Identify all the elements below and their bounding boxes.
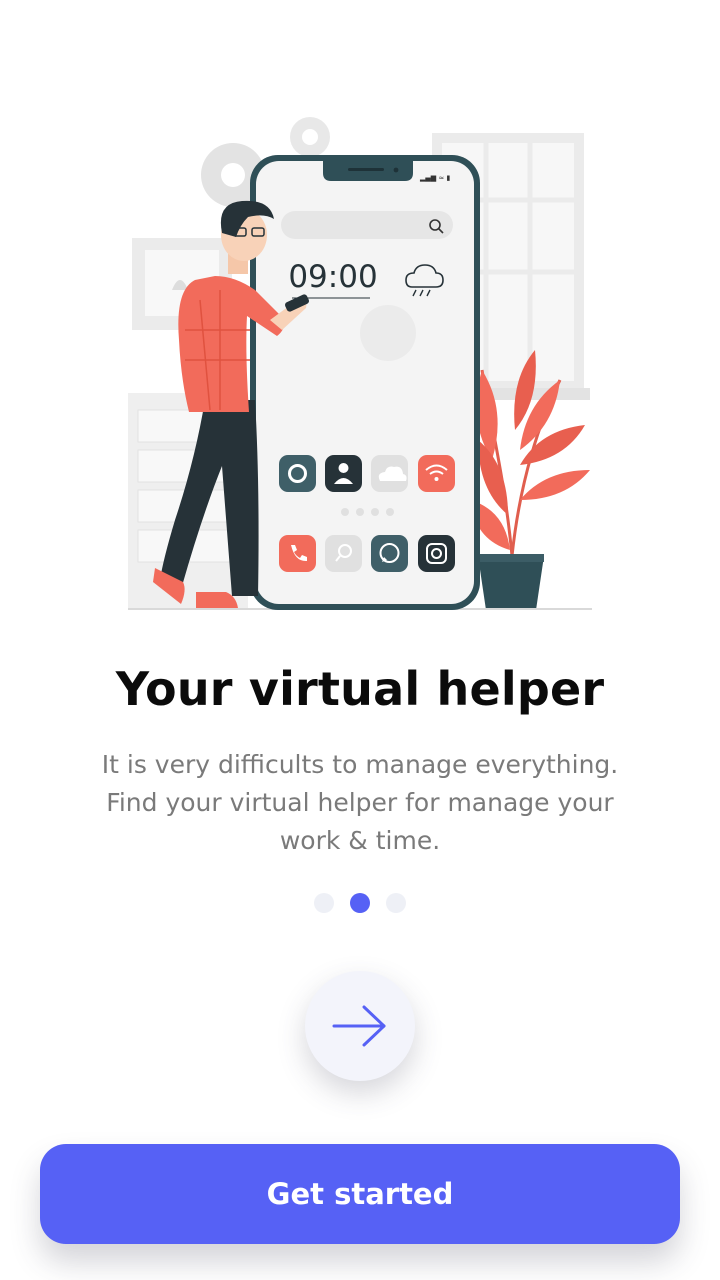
- page-indicator-dot-active[interactable]: [350, 893, 370, 913]
- page-title: Your virtual helper: [115, 662, 605, 716]
- wifi-icon: [418, 455, 455, 492]
- get-started-label: Get started: [266, 1177, 454, 1211]
- search-icon: [325, 535, 362, 572]
- page-subtitle: It is very difficults to manage everythi…: [101, 750, 619, 855]
- settings-icon: [279, 455, 316, 492]
- phone-illustration: ▂▄▆ ≈ ▮ 09:00: [250, 155, 480, 610]
- phone-icon: [279, 535, 316, 572]
- hero-illustration: ▂▄▆ ≈ ▮ 09:00: [128, 117, 592, 610]
- next-button[interactable]: [305, 971, 415, 1081]
- get-started-button[interactable]: Get started: [40, 1144, 680, 1244]
- arrow-right-icon: [332, 1005, 386, 1047]
- contact-icon: [325, 455, 362, 492]
- page-indicator-dot[interactable]: [386, 893, 406, 913]
- page-indicator: [0, 893, 720, 913]
- cloud-icon: [371, 455, 408, 492]
- instagram-icon: [418, 535, 455, 572]
- phone-clock: 09:00: [288, 259, 377, 295]
- page-indicator-dot[interactable]: [314, 893, 334, 913]
- whatsapp-icon: [371, 535, 408, 572]
- svg-text:▂▄▆ ≈ ▮: ▂▄▆ ≈ ▮: [419, 174, 450, 182]
